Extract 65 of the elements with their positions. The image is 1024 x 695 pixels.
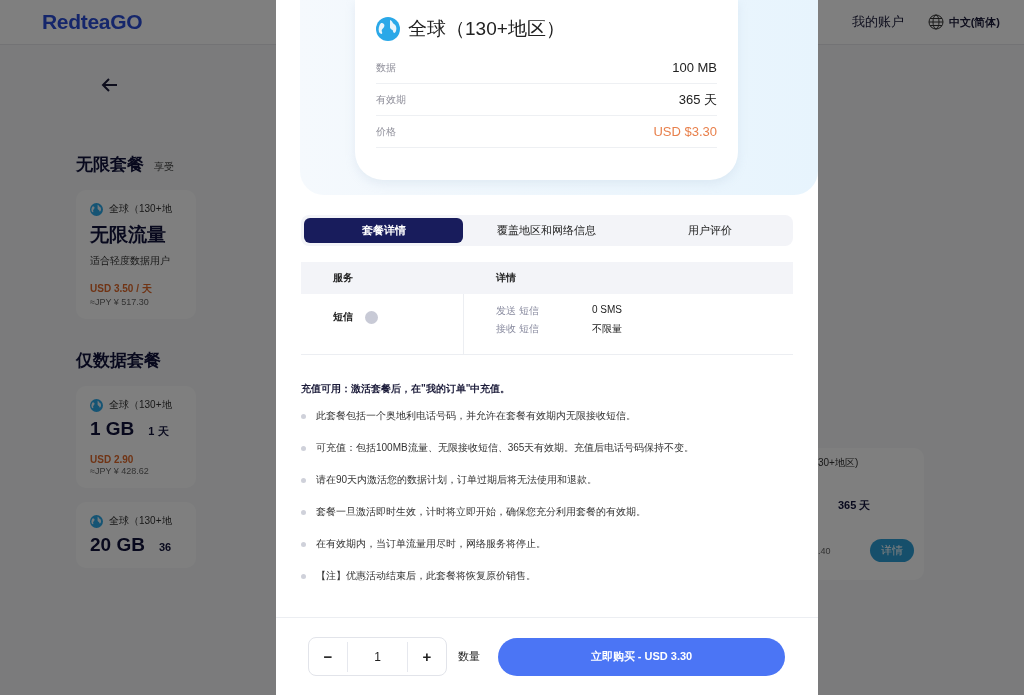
plan-price: USD 3.50 / 天 — [90, 282, 153, 296]
plan-days: 1 天 — [148, 424, 169, 439]
plan-days: 365 天 — [838, 498, 914, 513]
globe-icon — [90, 202, 103, 216]
note-text: 在有效期内，当订单流量用尽时，网络服务将停止。 — [316, 537, 546, 551]
summary-value: 365 天 — [678, 90, 717, 109]
region-label: 全球（130+地 — [109, 398, 172, 412]
summary-value: 100 MB — [672, 60, 717, 75]
notes-title: 充值可用：激活套餐后，在"我的订单"中充值。 — [301, 382, 512, 396]
globe-icon — [90, 398, 103, 412]
note-text: 可充值：包括100MB流量、无限接收短信、365天有效期。充值后电话号码保持不变。 — [316, 441, 695, 455]
region-label: 全球（130+地 — [109, 202, 172, 216]
logo[interactable]: RedteaGO — [42, 10, 143, 34]
globe-icon — [927, 14, 944, 30]
globe-icon — [90, 514, 103, 528]
detail-label: 发送 短信 — [496, 304, 540, 318]
section-subtitle: 享受 — [154, 160, 174, 174]
plan-description: 适合轻度数据用户 — [90, 254, 171, 268]
bullet-icon — [301, 445, 306, 451]
plan-name: 1 GB — [90, 418, 135, 440]
tab[interactable]: 覆盖地区和网络信息 — [467, 218, 627, 243]
plan-card[interactable]: 全球（130+地 1 GB 1 天 USD 2.90 ≈JPY ¥ 428.62 — [76, 386, 196, 488]
section-title: 仅数据套餐 — [76, 350, 161, 372]
column-header: 详情 — [495, 271, 517, 285]
tab[interactable]: 用户评价 — [630, 218, 790, 243]
plan-price: USD 2.90 — [90, 454, 135, 465]
plan-days: 36 — [158, 541, 172, 553]
plan-name: 20 GB — [90, 534, 145, 556]
note-text: 套餐一旦激活即时生效，计时将立即开始，确保您充分利用套餐的有效期。 — [316, 505, 646, 519]
bullet-icon — [301, 413, 306, 419]
note-text: 【注】优惠活动结束后，此套餐将恢复原价销售。 — [316, 569, 536, 583]
plus-button[interactable]: + — [408, 638, 446, 675]
bullet-icon — [301, 477, 306, 483]
minus-button[interactable]: − — [309, 638, 347, 675]
detail-value: 不限量 — [592, 322, 623, 336]
summary-value: USD $3.30 — [653, 124, 717, 139]
quantity-value[interactable]: 1 — [347, 641, 408, 672]
approx-price: .40 — [818, 545, 831, 556]
note-text: 请在90天内激活您的数据计划，订单过期后将无法使用和退款。 — [316, 473, 598, 487]
plan-card[interactable]: 全球（130+地 无限流量 适合轻度数据用户 USD 3.50 / 天 ≈JPY ¥ 517.30 — [76, 190, 196, 319]
globe-icon — [376, 17, 400, 41]
region-label: 全球（130+地 — [109, 514, 172, 528]
nav-link[interactable]: 我的账户 — [851, 13, 904, 31]
plan-name: 无限流量 — [90, 223, 166, 247]
bullet-icon — [301, 573, 306, 579]
region-label: 30+地区) — [818, 456, 860, 470]
plan-card[interactable]: 全球（130+地 20 GB 36 — [76, 502, 196, 568]
summary-label: 有效期 — [376, 92, 406, 107]
section-title: 无限套餐 — [76, 154, 144, 176]
summary-label: 数据 — [376, 60, 396, 75]
column-header: 服务 — [332, 271, 354, 285]
bullet-icon — [301, 509, 306, 515]
language-selector[interactable]: 中文(简体) — [927, 14, 1000, 30]
approx-price: ≈JPY ¥ 517.30 — [90, 297, 150, 307]
tab[interactable]: 套餐详情 — [304, 218, 464, 243]
summary-label: 价格 — [376, 124, 396, 139]
quantity-label: 数量 — [458, 649, 480, 664]
detail-label: 接收 短信 — [496, 322, 540, 336]
bullet-icon — [301, 541, 306, 547]
approx-price: ≈JPY ¥ 428.62 — [90, 466, 150, 476]
note-text: 此套餐包括一个奥地利电话号码，并允许在套餐有效期内无限接收短信。 — [316, 409, 636, 423]
buy-button[interactable]: 立即购买 - USD 3.30 — [498, 637, 785, 676]
detail-value: 0 SMS — [592, 304, 623, 317]
plan-title: 全球（130+地区） — [408, 17, 565, 41]
table-cell: 短信 — [333, 310, 353, 324]
